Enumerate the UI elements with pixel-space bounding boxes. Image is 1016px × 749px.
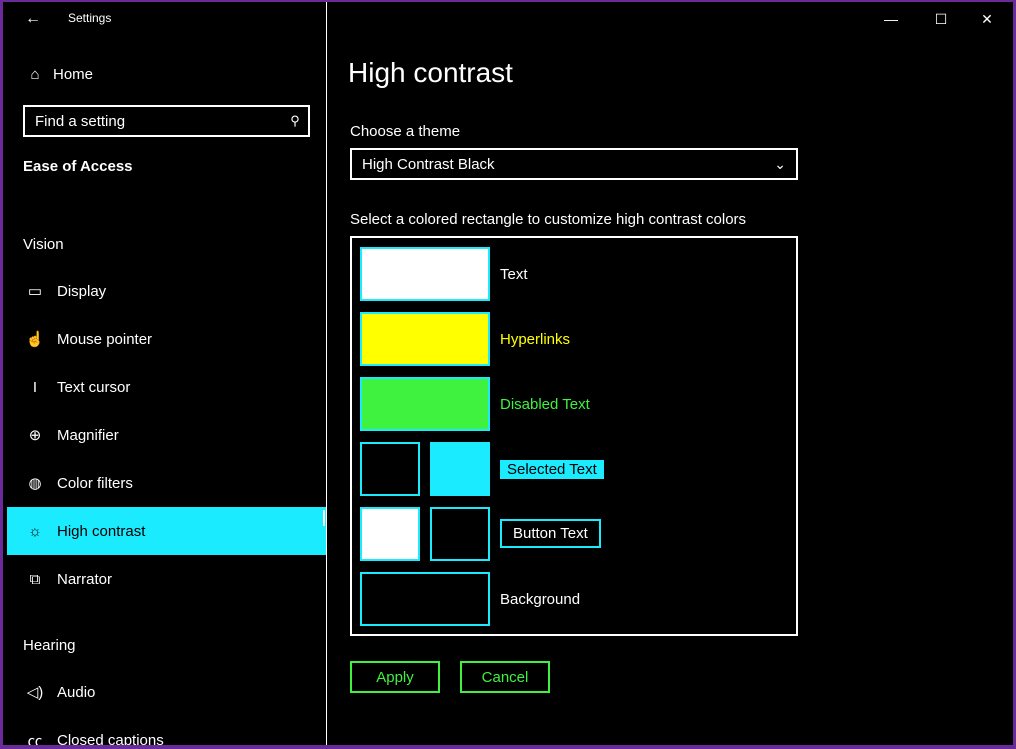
theme-label: Choose a theme <box>350 123 461 140</box>
selected-text-sample: Selected Text <box>500 460 604 479</box>
narrator-icon: ⧉ <box>29 570 41 588</box>
cancel-button[interactable]: Cancel <box>460 661 550 693</box>
sidebar-scroll-thumb[interactable] <box>323 510 325 526</box>
search-box: ⚲ <box>23 105 310 137</box>
sidebar-item-audio[interactable]: ◁) Audio <box>7 668 326 716</box>
selected-foreground-swatch[interactable] <box>430 442 490 496</box>
sidebar-item-label: High contrast <box>57 522 146 540</box>
background-swatch-label: Background <box>500 591 581 608</box>
home-link[interactable]: ⌂ Home <box>23 62 93 86</box>
sidebar-item-label: Magnifier <box>57 426 119 444</box>
theme-dropdown[interactable]: High Contrast Black ⌄ <box>350 148 798 180</box>
button-foreground-swatch[interactable] <box>430 507 490 561</box>
main-content: — ☐ ✕ High contrast Choose a theme High … <box>328 2 1013 745</box>
page-title: High contrast <box>348 57 513 88</box>
minimize-icon: — <box>884 11 898 27</box>
sidebar-item-label: Display <box>57 282 107 300</box>
maximize-icon: ☐ <box>934 11 948 27</box>
text-cursor-icon: I <box>32 378 38 396</box>
maximize-button[interactable]: ☐ <box>918 8 964 30</box>
sidebar-item-label: Narrator <box>57 570 113 588</box>
back-button[interactable]: ← <box>23 8 43 30</box>
sidebar-item-label: Text cursor <box>57 378 131 396</box>
sun-icon: ☼ <box>28 522 42 540</box>
group-label-vision: Vision <box>23 236 64 253</box>
settings-window: ← Settings ⌂ Home ⚲ Ease of Access Visio… <box>3 2 1013 745</box>
magnifier-icon: ⊕ <box>28 427 42 444</box>
sidebar: ← Settings ⌂ Home ⚲ Ease of Access Visio… <box>3 2 327 745</box>
text-color-swatch[interactable] <box>360 247 490 301</box>
sidebar-item-label: Closed captions <box>57 731 164 746</box>
button-background-swatch[interactable] <box>360 507 420 561</box>
color-swatch-panel: Text Hyperlinks Disabled Text Selected T… <box>350 236 798 636</box>
sidebar-item-text-cursor[interactable]: I Text cursor <box>7 363 326 411</box>
disabled-text-swatch-label: Disabled Text <box>500 396 590 413</box>
sidebar-item-mouse-pointer[interactable]: ☝ Mouse pointer <box>7 315 326 363</box>
monitor-icon: ▭ <box>27 283 43 300</box>
sidebar-item-narrator[interactable]: ⧉ Narrator <box>7 555 326 603</box>
palette-icon: ◍ <box>28 475 42 492</box>
speaker-icon: ◁) <box>26 684 44 701</box>
search-input[interactable] <box>25 112 282 130</box>
button-text-sample: Button Text <box>500 519 601 548</box>
sidebar-item-magnifier[interactable]: ⊕ Magnifier <box>7 411 326 459</box>
selected-background-swatch[interactable] <box>360 442 420 496</box>
text-swatch-label: Text <box>500 266 528 283</box>
sidebar-item-color-filters[interactable]: ◍ Color filters <box>7 459 326 507</box>
sidebar-item-closed-captions[interactable]: ㏄ Closed captions <box>7 716 326 746</box>
captions-icon: ㏄ <box>27 732 43 746</box>
sidebar-item-label: Mouse pointer <box>57 330 153 348</box>
background-color-swatch[interactable] <box>360 572 490 626</box>
sidebar-item-high-contrast[interactable]: ☼ High contrast <box>7 507 326 555</box>
minimize-button[interactable]: — <box>868 8 914 30</box>
chevron-down-icon: ⌄ <box>774 155 786 172</box>
theme-selected-value: High Contrast Black <box>362 155 495 173</box>
disabled-text-color-swatch[interactable] <box>360 377 490 431</box>
instructions-text: Select a colored rectangle to customize … <box>350 211 747 228</box>
group-label-hearing: Hearing <box>23 637 76 654</box>
close-button[interactable]: ✕ <box>964 8 1010 30</box>
back-arrow-icon: ← <box>25 10 41 27</box>
apply-button[interactable]: Apply <box>350 661 440 693</box>
section-title: Ease of Access <box>23 158 133 175</box>
pointer-icon: ☝ <box>25 331 45 348</box>
home-label: Home <box>53 65 94 83</box>
window-title: Settings <box>68 11 112 25</box>
search-icon[interactable]: ⚲ <box>282 113 308 129</box>
hyperlinks-swatch-label: Hyperlinks <box>500 331 571 348</box>
close-icon: ✕ <box>981 11 993 27</box>
sidebar-item-label: Color filters <box>57 474 133 492</box>
sidebar-item-display[interactable]: ▭ Display <box>7 267 326 315</box>
home-icon: ⌂ <box>30 65 40 83</box>
sidebar-item-label: Audio <box>57 683 96 701</box>
hyperlinks-color-swatch[interactable] <box>360 312 490 366</box>
